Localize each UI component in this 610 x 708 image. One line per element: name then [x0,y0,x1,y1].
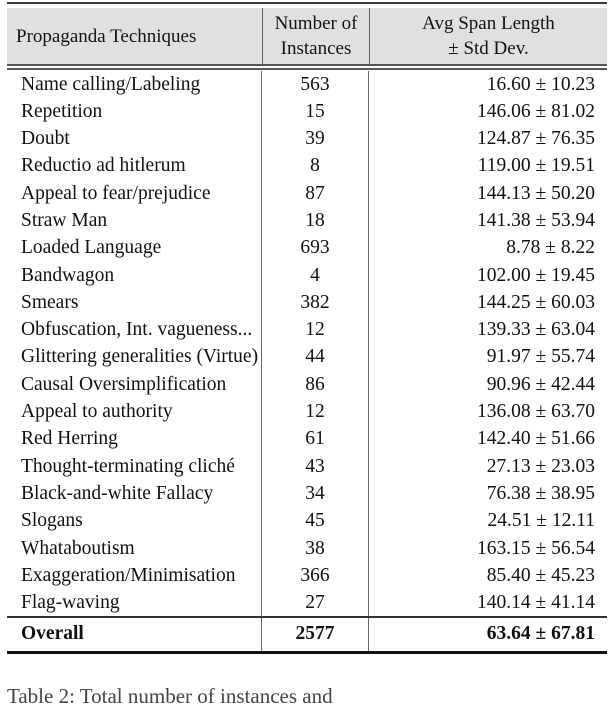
table-row: Glittering generalities (Virtue) 44 91.97 … [7,343,607,371]
row-technique: Name calling/Labeling [21,73,201,95]
row-span: 8.78 ± 8.22 [368,234,607,262]
row-technique: Repetition [21,100,103,122]
row-technique: Exaggeration/Minimisation [21,564,236,586]
row-span: 142.40 ± 51.66 [368,425,607,453]
header-instances-line1: Number of [274,13,358,34]
row-technique: Flag-waving [21,592,120,614]
row-instances: 45 [261,507,368,535]
header-technique: Propaganda Techniques [16,25,197,47]
row-span: 136.08 ± 63.70 [368,398,607,426]
row-span: 124.87 ± 76.35 [368,125,607,153]
table-row: Doubt 39 124.87 ± 76.35 [7,125,607,153]
row-span: 85.40 ± 45.23 [368,561,607,590]
row-instances: 87 [261,179,368,207]
propaganda-techniques-table: Propaganda Techniques Number of Instance… [7,2,607,654]
row-technique: Thought-terminating cliché [21,455,235,477]
header-span-line1: Avg Span Length [422,13,555,34]
row-span: 144.13 ± 50.20 [368,179,607,207]
table-row: Smears 382 144.25 ± 60.03 [7,288,607,317]
header-span-line2: ± Std Dev. [448,38,529,59]
row-instances: 38 [261,534,368,562]
table-row: Appeal to fear/prejudice 87 144.13 ± 50.20 [7,179,607,207]
row-technique: Reductio ad hitlerum [21,155,186,177]
table-row: Obfuscation, Int. vagueness... 12 139.33 ±… [7,316,607,344]
row-instances: 43 [261,452,368,480]
row-instances: 27 [261,589,368,617]
table-row: Repetition 15 146.06 ± 81.02 [7,97,607,126]
row-technique: Appeal to fear/prejudice [21,182,211,204]
row-instances: 86 [261,370,368,399]
table-row: Appeal to authority 12 136.08 ± 63.70 [7,398,607,426]
overall-span: 63.64 ± 67.81 [368,617,607,651]
row-technique: Obfuscation, Int. vagueness... [21,319,253,341]
row-span: 163.15 ± 56.54 [368,534,607,562]
row-span: 90.96 ± 42.44 [368,370,607,399]
header-instances-line2: Instances [280,38,352,59]
row-technique: Bandwagon [21,264,115,286]
row-technique: Doubt [21,128,70,150]
row-technique: Loaded Language [21,237,162,259]
table-row: Thought-terminating cliché 43 27.13 ± 23.0… [7,452,607,480]
table-caption: Table 2: Total number of instances and [7,684,333,708]
row-instances: 34 [261,479,368,508]
row-span: 76.38 ± 38.95 [368,479,607,508]
table-row: Name calling/Labeling 563 16.60 ± 10.23 [7,70,607,98]
table-row: Straw Man 18 141.38 ± 53.94 [7,206,607,235]
table-row: Loaded Language 693 8.78 ± 8.22 [7,234,607,262]
row-span: 91.97 ± 55.74 [368,343,607,371]
row-instances: 8 [261,152,368,180]
row-technique: Slogans [21,510,83,532]
row-instances: 693 [261,234,368,262]
row-span: 102.00 ± 19.45 [368,261,607,289]
table-row: Reductio ad hitlerum 8 119.00 ± 19.51 [7,152,607,180]
table-row-overall: Overall 2577 63.64 ± 67.81 [7,617,607,651]
row-technique: Smears [21,291,79,313]
row-span: 16.60 ± 10.23 [368,70,607,98]
row-span: 140.14 ± 41.14 [368,589,607,617]
row-technique: Straw Man [21,209,108,231]
header-instances: Number of Instances [262,8,369,64]
row-technique: Appeal to authority [21,401,173,423]
row-instances: 563 [261,70,368,98]
table-row: Red Herring 61 142.40 ± 51.66 [7,425,607,453]
row-span: 146.06 ± 81.02 [368,97,607,126]
row-instances: 12 [261,316,368,344]
table-row: Causal Oversimplification 86 90.96 ± 42.44 [7,370,607,399]
row-span: 119.00 ± 19.51 [368,152,607,180]
row-instances: 18 [261,206,368,235]
table-header: Propaganda Techniques Number of Instance… [7,8,607,64]
bottom-rule [7,650,607,654]
row-technique: Red Herring [21,428,118,450]
overall-technique: Overall [21,622,84,644]
row-span: 24.51 ± 12.11 [368,507,607,535]
row-instances: 382 [261,288,368,317]
row-technique: Whataboutism [21,537,135,559]
table-row: Black-and-white Fallacy 34 76.38 ± 38.95 [7,479,607,508]
table-row: Flag-waving 27 140.14 ± 41.14 [7,589,607,617]
row-instances: 44 [261,343,368,371]
overall-instances: 2577 [261,617,368,651]
row-technique: Causal Oversimplification [21,373,227,395]
row-technique: Glittering generalities (Virtue) [21,346,259,368]
header-span-length: Avg Span Length ± Std Dev. [369,8,607,64]
row-instances: 366 [261,561,368,590]
row-instances: 12 [261,398,368,426]
row-instances: 4 [261,261,368,289]
row-span: 139.33 ± 63.04 [368,316,607,344]
row-span: 27.13 ± 23.03 [368,452,607,480]
row-instances: 39 [261,125,368,153]
row-span: 144.25 ± 60.03 [368,288,607,317]
table-row: Exaggeration/Minimisation 366 85.40 ± 45.2… [7,561,607,590]
row-span: 141.38 ± 53.94 [368,206,607,235]
table-row: Slogans 45 24.51 ± 12.11 [7,507,607,535]
table-row: Whataboutism 38 163.15 ± 56.54 [7,534,607,562]
row-instances: 61 [261,425,368,453]
row-instances: 15 [261,97,368,126]
row-technique: Black-and-white Fallacy [21,482,214,504]
top-rule [7,2,607,4]
table-body: Name calling/Labeling 563 16.60 ± 10.23 Rep… [7,70,607,617]
table-row: Bandwagon 4 102.00 ± 19.45 [7,261,607,289]
header-rule [7,64,607,66]
